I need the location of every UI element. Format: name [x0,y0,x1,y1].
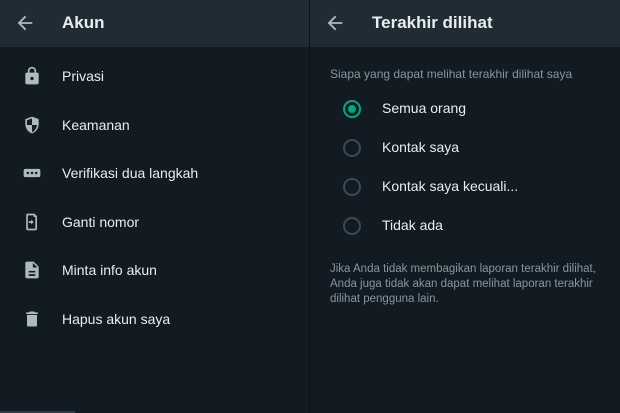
document-icon [25,261,39,279]
menu-item-minta-info[interactable]: Minta info akun [0,246,310,295]
radio-button[interactable] [343,217,361,235]
lock-icon [25,66,39,85]
back-arrow-icon[interactable] [14,12,36,34]
menu-item-label: Ganti nomor [62,213,140,230]
section-subtitle: Siapa yang dapat melihat terakhir diliha… [330,67,573,81]
back-arrow-icon[interactable] [324,12,346,34]
radio-button[interactable] [343,139,361,157]
radio-button-selected[interactable] [343,100,361,118]
radio-button[interactable] [343,178,361,196]
option-kontak-saya[interactable]: Kontak saya [310,130,620,166]
option-label: Tidak ada [382,217,443,233]
account-app-bar: Akun [0,0,310,47]
menu-item-label: Privasi [62,68,105,84]
account-menu: Privasi Keamanan Verifikasi dua langkah … [0,52,310,343]
menu-item-label: Verifikasi dua langkah [62,165,199,181]
page-title: Akun [62,13,105,32]
option-tidak-ada[interactable]: Tidak ada [310,208,620,244]
menu-item-verifikasi[interactable]: Verifikasi dua langkah [0,149,310,198]
shield-icon [25,116,39,133]
password-dots-icon [23,168,41,178]
trash-icon [26,311,38,326]
menu-item-label: Minta info akun [62,262,157,278]
info-note: Jika Anda tidak membagikan laporan terak… [330,263,596,305]
menu-item-label: Keamanan [62,116,130,133]
option-label: Kontak saya kecuali... [382,178,519,194]
last-seen-app-bar: Terakhir dilihat [310,0,620,47]
menu-item-label: Hapus akun saya [62,310,171,327]
menu-item-keamanan[interactable]: Keamanan [0,101,310,150]
last-seen-pane: Terakhir dilihat Siapa yang dapat meliha… [310,0,620,413]
option-label: Kontak saya [382,139,460,155]
option-kontak-saya-kecuali[interactable]: Kontak saya kecuali... [310,169,620,205]
option-semua-orang[interactable]: Semua orang [310,91,620,127]
menu-item-privasi[interactable]: Privasi [0,52,310,101]
page-title: Terakhir dilihat [372,13,493,32]
change-number-icon [26,213,37,230]
menu-item-hapus-akun[interactable]: Hapus akun saya [0,295,310,344]
option-label: Semua orang [382,100,467,116]
menu-item-ganti-nomor[interactable]: Ganti nomor [0,198,310,247]
account-pane: Akun Privasi Keamanan Verifikasi dua lan… [0,0,310,413]
